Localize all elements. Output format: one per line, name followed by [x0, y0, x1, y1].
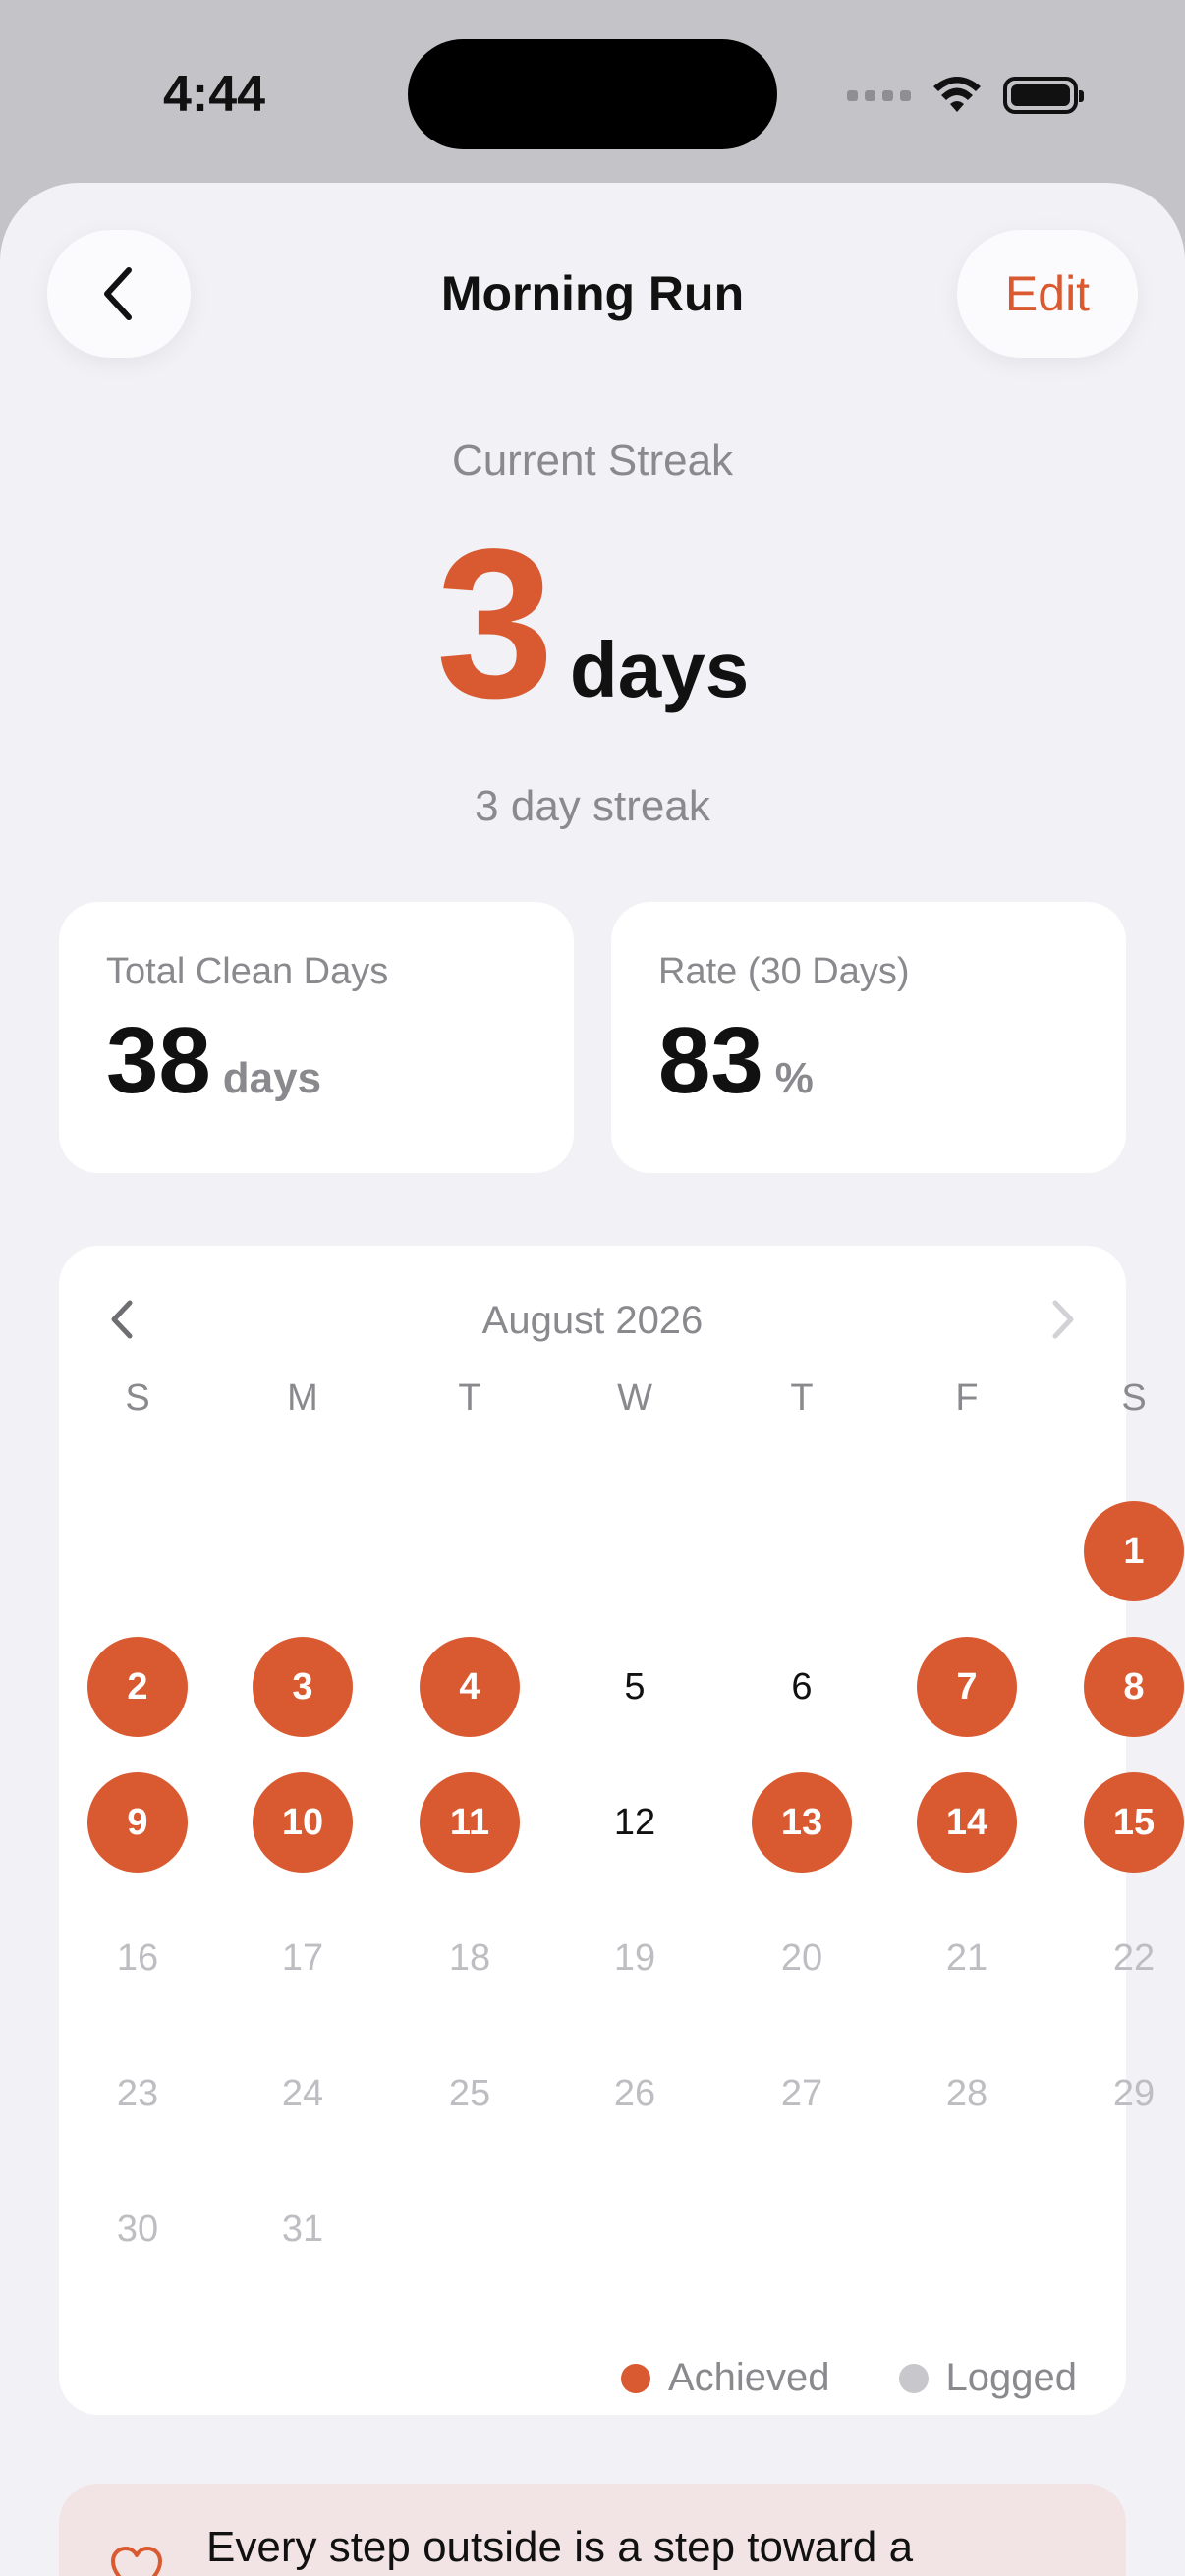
- calendar-day[interactable]: 4: [420, 1637, 520, 1737]
- weekday-header: T: [790, 1377, 814, 1419]
- legend-label: Achieved: [667, 2356, 830, 2399]
- calendar-day[interactable]: 1: [1084, 1501, 1184, 1601]
- month-title: August 2026: [481, 1299, 704, 1342]
- calendar-day[interactable]: 27: [752, 2044, 852, 2144]
- streak-number: 3: [435, 504, 554, 742]
- calendar-day[interactable]: 10: [253, 1772, 353, 1873]
- calendar-day[interactable]: 23: [87, 2044, 188, 2144]
- streak-unit: days: [569, 626, 750, 713]
- achieved-legend-dot: [620, 2363, 650, 2393]
- calendar-day[interactable]: 21: [917, 1908, 1017, 2008]
- streak-subtitle: 3 day streak: [475, 782, 710, 830]
- calendar-day[interactable]: 12: [585, 1772, 685, 1873]
- motivation-text: Every step outside is a step toward a: [206, 2523, 914, 2571]
- weekday-header: W: [617, 1377, 652, 1419]
- calendar-day[interactable]: 20: [752, 1908, 852, 2008]
- calendar-day[interactable]: 8: [1084, 1637, 1184, 1737]
- calendar-day[interactable]: 30: [87, 2179, 188, 2279]
- current-streak-label: Current Streak: [451, 436, 734, 484]
- calendar-day[interactable]: 26: [585, 2044, 685, 2144]
- calendar-day[interactable]: 9: [87, 1772, 188, 1873]
- weekday-header: F: [955, 1377, 979, 1419]
- rate-card: Rate (30 Days) 83 %: [611, 902, 1126, 1173]
- total-clean-days-card: Total Clean Days 38 days: [59, 902, 574, 1173]
- status-time: 4:44: [163, 66, 266, 123]
- calendar-day[interactable]: 5: [585, 1637, 685, 1737]
- stat-label: Total Clean Days: [106, 951, 389, 992]
- calendar-day[interactable]: 14: [917, 1772, 1017, 1873]
- motivation-card: Every step outside is a step toward a: [59, 2484, 1126, 2576]
- calendar-day[interactable]: 6: [752, 1637, 852, 1737]
- calendar-day[interactable]: 31: [253, 2179, 353, 2279]
- calendar-day[interactable]: 22: [1084, 1908, 1184, 2008]
- calendar-day[interactable]: 29: [1084, 2044, 1184, 2144]
- dynamic-island: [408, 39, 777, 149]
- calendar-day[interactable]: 19: [585, 1908, 685, 2008]
- calendar-day[interactable]: 28: [917, 2044, 1017, 2144]
- logged-legend-dot: [898, 2363, 929, 2393]
- stat-label: Rate (30 Days): [658, 951, 910, 992]
- stat-value: 38: [106, 1008, 211, 1113]
- wifi-icon: [933, 77, 981, 112]
- heart-icon: [111, 2547, 162, 2576]
- battery-icon: [1003, 77, 1084, 114]
- habit-detail-sheet: Morning Run Edit Current Streak 3 days 3…: [0, 183, 1185, 2576]
- stat-unit: %: [774, 1054, 814, 1102]
- calendar-card: August 2026 SMTWTFS 1 2 3 4 5 6 7 8 9 10 11 12 13 14 1…: [59, 1246, 1184, 2415]
- calendar-day[interactable]: 11: [420, 1772, 520, 1873]
- stat-unit: days: [222, 1054, 322, 1102]
- edit-button[interactable]: Edit: [957, 230, 1138, 358]
- weekday-header: S: [1121, 1377, 1147, 1419]
- calendar-day[interactable]: 2: [87, 1637, 188, 1737]
- next-month-button[interactable]: [1038, 1295, 1087, 1344]
- calendar-day[interactable]: 15: [1084, 1772, 1184, 1873]
- cellular-signal-icon: [847, 89, 911, 101]
- status-icons: [847, 71, 1084, 120]
- calendar-day[interactable]: 13: [752, 1772, 852, 1873]
- calendar-day[interactable]: 3: [253, 1637, 353, 1737]
- calendar-day[interactable]: 7: [917, 1637, 1017, 1737]
- weekday-header: M: [287, 1377, 318, 1419]
- stat-value: 83: [658, 1008, 763, 1113]
- weekday-header: T: [458, 1377, 481, 1419]
- weekday-header: S: [125, 1377, 150, 1419]
- current-streak-value: 3 days: [0, 517, 1185, 729]
- legend-label: Logged: [945, 2356, 1077, 2399]
- calendar-day[interactable]: 16: [87, 1908, 188, 2008]
- calendar-legend: Achieved Logged: [620, 2356, 1077, 2400]
- calendar-day[interactable]: 25: [420, 2044, 520, 2144]
- calendar-day[interactable]: 24: [253, 2044, 353, 2144]
- calendar-day[interactable]: 18: [420, 1908, 520, 2008]
- calendar-day[interactable]: 17: [253, 1908, 353, 2008]
